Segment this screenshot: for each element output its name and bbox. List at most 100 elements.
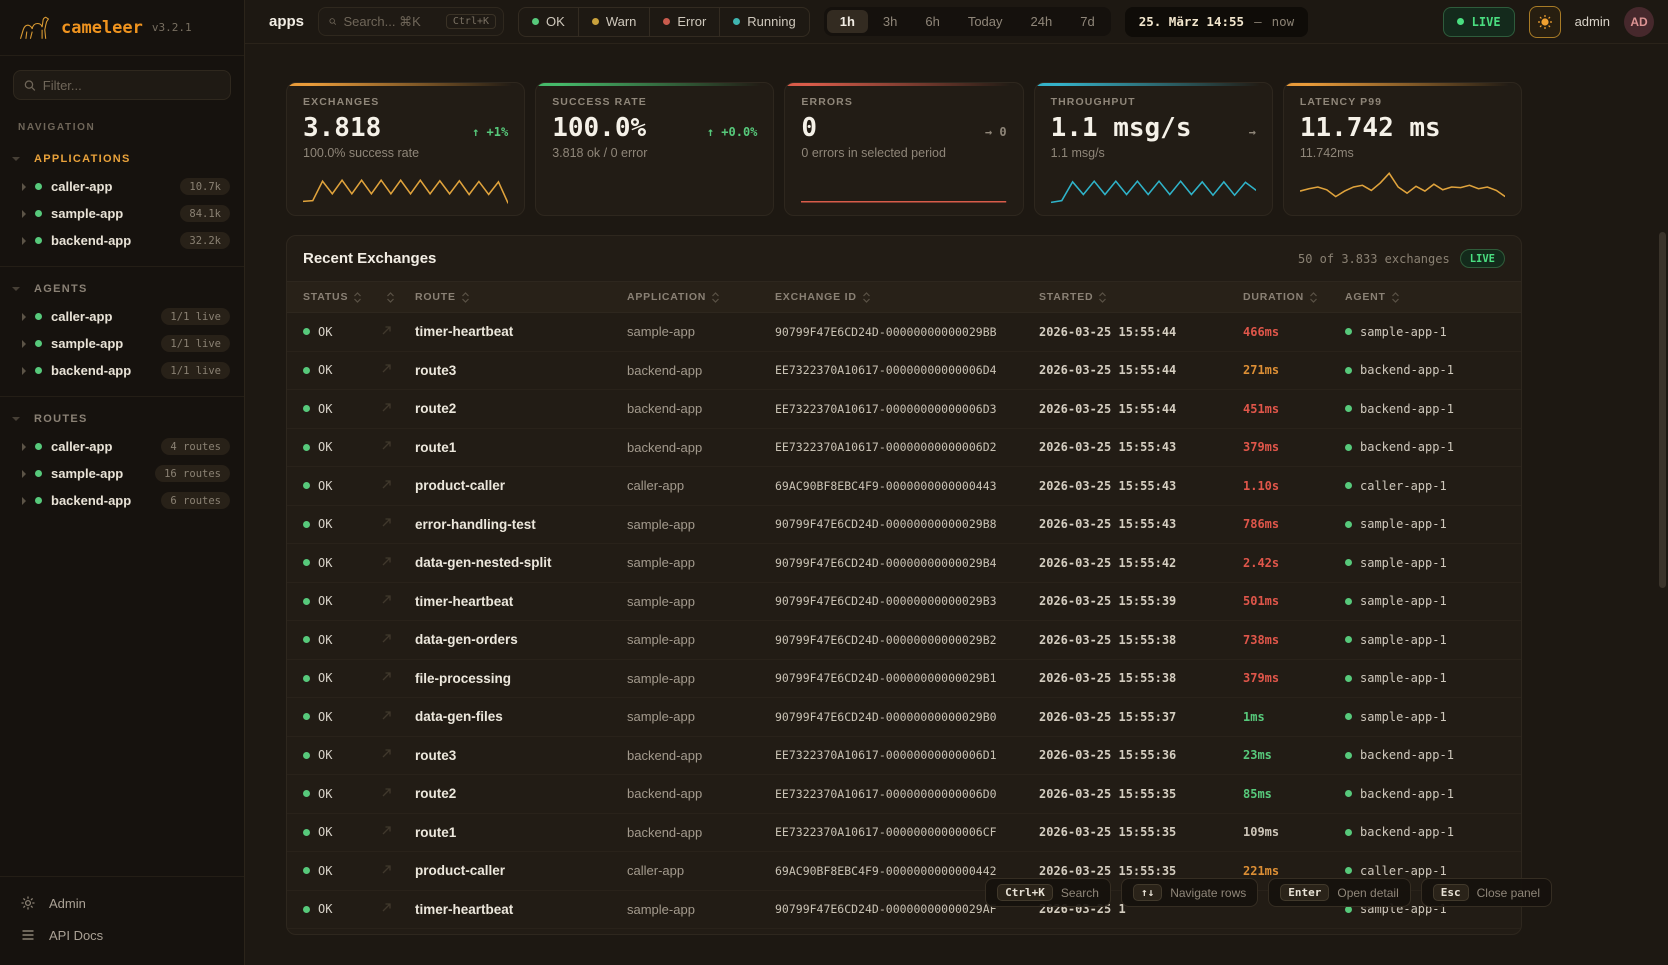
card-subtext: 1.1 msg/s xyxy=(1051,146,1256,160)
sidebar-item-sample-app[interactable]: sample-app 84.1k xyxy=(0,200,244,227)
status-dot xyxy=(303,636,310,643)
status-label: OK xyxy=(318,556,332,570)
sidebar-item-caller-app[interactable]: caller-app 1/1 live xyxy=(0,303,244,330)
open-detail-arrow-icon[interactable] xyxy=(381,862,415,880)
open-detail-arrow-icon[interactable] xyxy=(381,361,415,379)
table-row[interactable]: OK error-handling-test sample-app 90799F… xyxy=(287,506,1521,545)
column-header-exchange-id[interactable]: EXCHANGE ID xyxy=(775,291,1039,303)
kbd-hint-label: Close panel xyxy=(1477,886,1540,900)
range-24h[interactable]: 24h xyxy=(1018,10,1066,33)
table-row[interactable]: OK route3 backend-app EE7322370A10617-00… xyxy=(287,352,1521,391)
date-range-display[interactable]: 25. März 14:55 — now xyxy=(1125,7,1308,37)
duration-value: 1ms xyxy=(1243,710,1345,724)
open-detail-arrow-icon[interactable] xyxy=(381,708,415,726)
column-header-route[interactable]: ROUTE xyxy=(415,291,627,303)
open-detail-arrow-icon[interactable] xyxy=(381,746,415,764)
table-row[interactable]: OK data-gen-nested-split sample-app 9079… xyxy=(287,544,1521,583)
open-detail-arrow-icon[interactable] xyxy=(381,515,415,533)
global-search-input[interactable] xyxy=(343,14,438,29)
range-3h[interactable]: 3h xyxy=(870,10,910,33)
range-1h[interactable]: 1h xyxy=(827,10,868,33)
global-search[interactable]: Ctrl+K xyxy=(318,7,504,36)
column-header-expand[interactable] xyxy=(381,292,415,303)
live-toggle-button[interactable]: LIVE xyxy=(1443,7,1515,37)
nav-section-applications[interactable]: APPLICATIONS xyxy=(0,145,244,173)
nav-item-badge: 16 routes xyxy=(155,465,230,482)
open-detail-arrow-icon[interactable] xyxy=(381,400,415,418)
agent-status-dot xyxy=(1345,598,1352,605)
card-accent-bar xyxy=(287,83,524,86)
sidebar-item-caller-app[interactable]: caller-app 4 routes xyxy=(0,433,244,460)
sort-icon xyxy=(862,292,871,303)
range-7d[interactable]: 7d xyxy=(1067,10,1107,33)
keyboard-hint: ↑↓ Navigate rows xyxy=(1121,878,1258,907)
open-detail-arrow-icon[interactable] xyxy=(381,438,415,456)
column-header-agent[interactable]: AGENT xyxy=(1345,291,1505,303)
open-detail-arrow-icon[interactable] xyxy=(381,669,415,687)
scrollbar[interactable] xyxy=(1659,232,1666,588)
exchange-id: 90799F47E6CD24D-00000000000029B3 xyxy=(775,594,1039,608)
open-detail-arrow-icon[interactable] xyxy=(381,323,415,341)
stat-card-errors: ERRORS 0 → 0 0 errors in selected period xyxy=(784,82,1023,216)
sidebar-item-caller-app[interactable]: caller-app 10.7k xyxy=(0,173,244,200)
table-row[interactable]: OK route3 backend-app EE7322370A10617-00… xyxy=(287,737,1521,776)
nav-section-agents[interactable]: AGENTS xyxy=(0,275,244,303)
table-row[interactable]: OK data-gen-orders sample-app 90799F47E6… xyxy=(287,621,1521,660)
duration-value: 466ms xyxy=(1243,325,1345,339)
table-row[interactable]: OK route1 backend-app EE7322370A10617-00… xyxy=(287,814,1521,853)
route-name: data-gen-nested-split xyxy=(415,555,627,570)
column-header-application[interactable]: APPLICATION xyxy=(627,291,775,303)
table-row[interactable]: OK file-processing sample-app 90799F47E6… xyxy=(287,660,1521,699)
range-6h[interactable]: 6h xyxy=(912,10,952,33)
status-label: OK xyxy=(318,363,332,377)
sidebar-filter-input[interactable] xyxy=(43,78,220,93)
status-dot xyxy=(303,790,310,797)
exchange-id: 90799F47E6CD24D-00000000000029B1 xyxy=(775,671,1039,685)
status-dot xyxy=(303,367,310,374)
filter-warn[interactable]: Warn xyxy=(578,8,650,36)
agent-name: caller-app-1 xyxy=(1360,479,1447,493)
column-header-started[interactable]: STARTED xyxy=(1039,291,1243,303)
recent-exchanges-panel: Recent Exchanges 50 of 3.833 exchanges L… xyxy=(286,235,1522,935)
sidebar-item-sample-app[interactable]: sample-app 1/1 live xyxy=(0,330,244,357)
sidebar-item-backend-app[interactable]: backend-app 6 routes xyxy=(0,487,244,514)
open-detail-arrow-icon[interactable] xyxy=(381,477,415,495)
sidebar-item-backend-app[interactable]: backend-app 1/1 live xyxy=(0,357,244,384)
open-detail-arrow-icon[interactable] xyxy=(381,592,415,610)
filter-running[interactable]: Running xyxy=(719,8,808,36)
sidebar-item-backend-app[interactable]: backend-app 32.2k xyxy=(0,227,244,254)
sidebar-item-sample-app[interactable]: sample-app 16 routes xyxy=(0,460,244,487)
started-timestamp: 2026-03-25 15:55:43 xyxy=(1039,479,1243,493)
table-row[interactable]: OK timer-heartbeat sample-app 90799F47E6… xyxy=(287,313,1521,352)
application-name: backend-app xyxy=(627,440,775,455)
table-row[interactable]: OK route2 backend-app EE7322370A10617-00… xyxy=(287,775,1521,814)
table-row[interactable]: OK product-caller caller-app 69AC90BF8EB… xyxy=(287,467,1521,506)
open-detail-arrow-icon[interactable] xyxy=(381,631,415,649)
range-today[interactable]: Today xyxy=(955,10,1016,33)
brand[interactable]: cameleer v3.2.1 xyxy=(0,0,244,56)
status-label: OK xyxy=(318,787,332,801)
table-row[interactable]: OK route1 backend-app EE7322370A10617-00… xyxy=(287,429,1521,468)
avatar[interactable]: AD xyxy=(1624,7,1654,37)
table-row[interactable]: OK timer-heartbeat sample-app 90799F47E6… xyxy=(287,583,1521,622)
theme-toggle-button[interactable] xyxy=(1529,6,1561,38)
sidebar-api-docs[interactable]: API Docs xyxy=(0,919,244,951)
agent-name: sample-app-1 xyxy=(1360,671,1447,685)
sidebar-filter[interactable] xyxy=(13,70,231,100)
open-detail-arrow-icon[interactable] xyxy=(381,823,415,841)
filter-error[interactable]: Error xyxy=(649,8,719,36)
agent-status-dot xyxy=(1345,405,1352,412)
table-row[interactable]: OK route2 backend-app EE7322370A10617-00… xyxy=(287,390,1521,429)
nav-sections: APPLICATIONS caller-app 10.7k sample-app… xyxy=(0,137,244,520)
filter-ok[interactable]: OK xyxy=(519,8,578,36)
status-label: OK xyxy=(318,902,332,916)
open-detail-arrow-icon[interactable] xyxy=(381,900,415,918)
started-timestamp: 2026-03-25 15:55:36 xyxy=(1039,748,1243,762)
column-header-duration[interactable]: DURATION xyxy=(1243,291,1345,303)
open-detail-arrow-icon[interactable] xyxy=(381,785,415,803)
table-row[interactable]: OK data-gen-files sample-app 90799F47E6C… xyxy=(287,698,1521,737)
sidebar-admin[interactable]: Admin xyxy=(0,887,244,919)
open-detail-arrow-icon[interactable] xyxy=(381,554,415,572)
column-header-status[interactable]: STATUS xyxy=(303,291,381,303)
nav-section-routes[interactable]: ROUTES xyxy=(0,405,244,433)
